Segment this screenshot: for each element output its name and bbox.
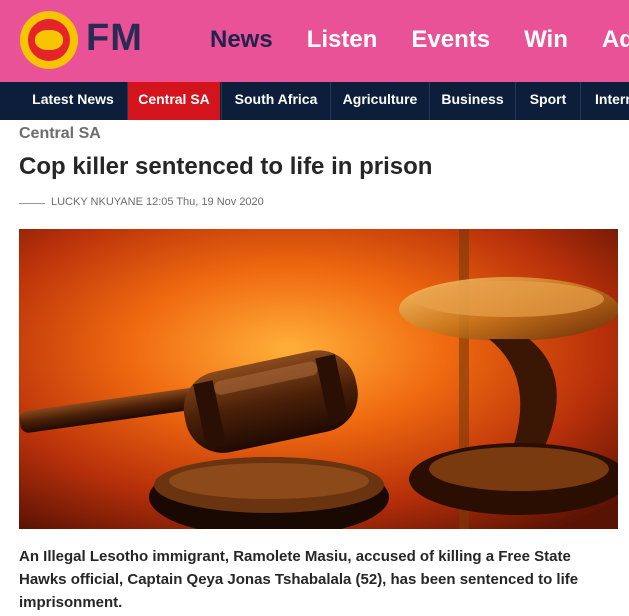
logo-text: FM [86,17,143,59]
main-nav-listen[interactable]: Listen [307,26,378,54]
section-nav-south-africa[interactable]: South Africa [222,82,330,120]
ofm-logo[interactable]: FM [18,9,158,71]
article-headline: Cop killer sentenced to life in prison [19,153,433,180]
section-nav-business[interactable]: Business [430,82,515,120]
section-nav-international[interactable]: Intern [581,82,629,120]
site-header: FM News Listen Events Win Adv [0,0,629,82]
article-body: An Illegal Lesotho immigrant, Ramolete M… [19,548,579,611]
logo-ring-icon [20,11,78,69]
section-nav-agriculture[interactable]: Agriculture [331,82,429,120]
article-byline: LUCKY NKUYANE 12:05 Thu, 19 Nov 2020 [51,196,264,208]
main-nav-advertise[interactable]: Adv [602,26,629,54]
article-image [19,229,618,529]
section-nav-sport[interactable]: Sport [516,82,580,120]
article-category[interactable]: Central SA [19,125,101,143]
main-nav: News Listen Events Win Adv [210,26,629,54]
section-nav-latest-news[interactable]: Latest News [20,82,126,120]
main-nav-win[interactable]: Win [524,26,568,54]
main-nav-news[interactable]: News [210,26,273,54]
byline-rule [19,203,45,204]
section-nav-central-sa[interactable]: Central SA [128,82,220,120]
main-nav-events[interactable]: Events [411,26,490,54]
section-nav: Latest News Central SA South Africa Agri… [0,82,629,120]
